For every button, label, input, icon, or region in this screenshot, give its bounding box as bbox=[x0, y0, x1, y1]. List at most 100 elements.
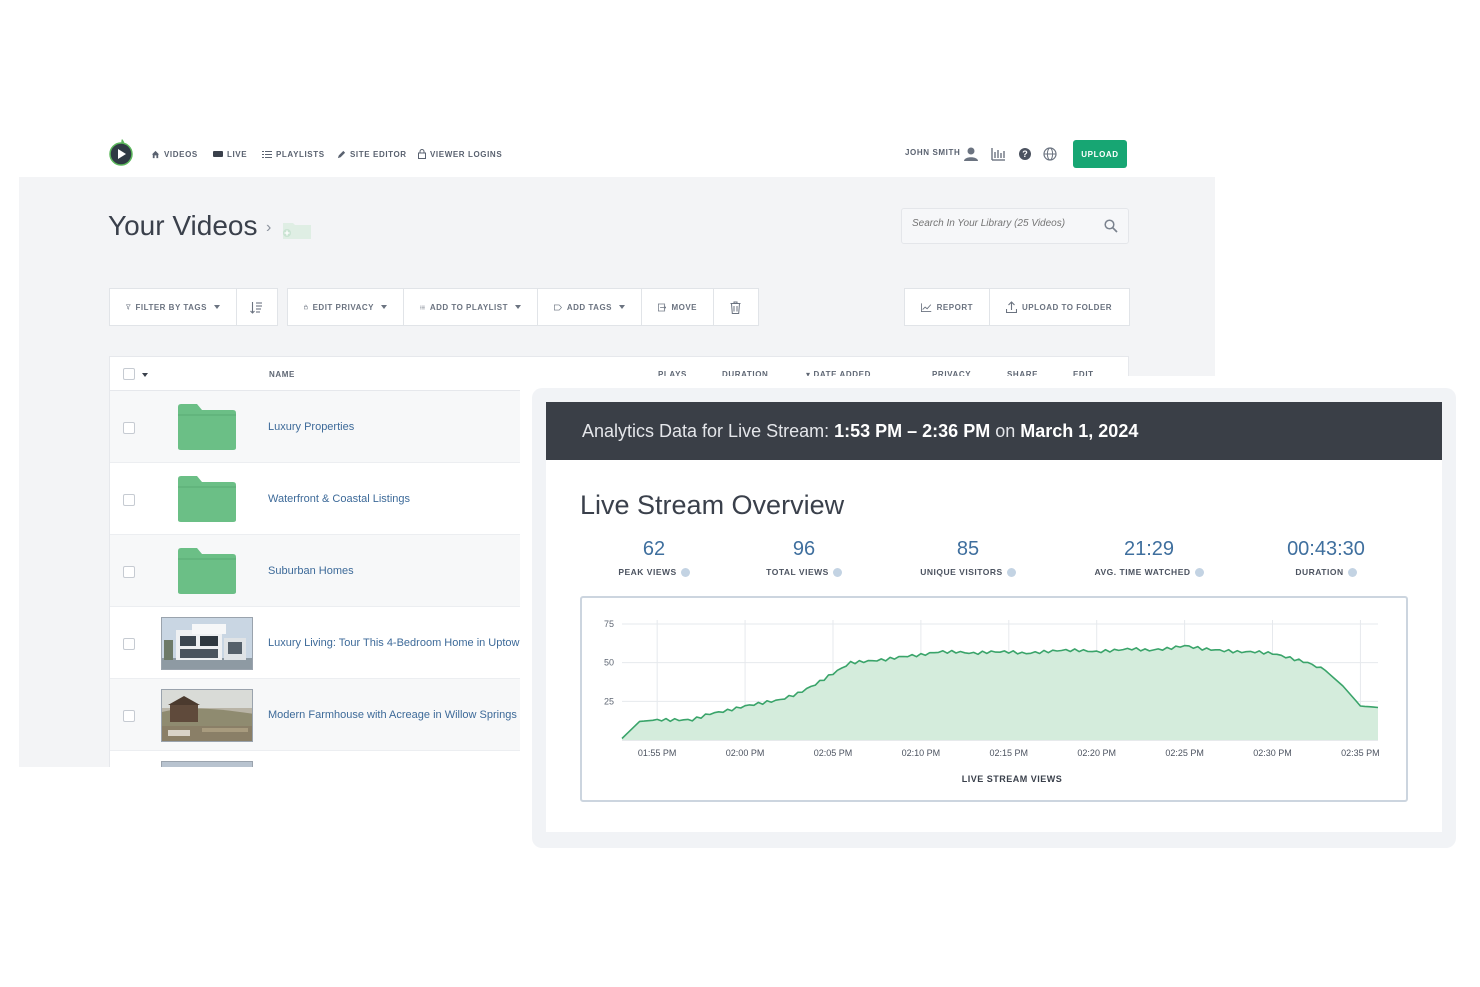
filter-by-tags-button[interactable]: FILTER BY TAGS bbox=[110, 289, 237, 325]
list-icon bbox=[262, 150, 272, 159]
y-tick-label: 25 bbox=[604, 696, 614, 706]
logo-icon[interactable] bbox=[109, 138, 135, 166]
chevron-down-icon bbox=[619, 305, 625, 309]
user-name[interactable]: JOHN SMITH bbox=[905, 148, 960, 157]
move-icon bbox=[658, 302, 666, 313]
breadcrumb-arrow: › bbox=[266, 219, 271, 237]
lock-icon bbox=[304, 302, 308, 312]
row-checkbox[interactable] bbox=[123, 422, 135, 434]
stat-unique-visitors: 85 UNIQUE VISITORS bbox=[888, 538, 1048, 577]
row-checkbox[interactable] bbox=[123, 710, 135, 722]
upload-to-folder-button[interactable]: UPLOAD TO FOLDER bbox=[990, 289, 1129, 325]
chevron-down-icon bbox=[515, 305, 521, 309]
col-name[interactable]: NAME bbox=[269, 370, 295, 379]
page-title: Your Videos bbox=[108, 210, 257, 242]
info-icon[interactable] bbox=[1007, 568, 1016, 577]
line-chart-icon bbox=[921, 302, 932, 313]
new-folder-icon[interactable] bbox=[281, 220, 313, 240]
x-axis-title: LIVE STREAM VIEWS bbox=[962, 774, 1063, 784]
select-all-checkbox[interactable] bbox=[123, 368, 135, 380]
row-name[interactable]: Modern Farmhouse with Acreage in Willow … bbox=[268, 709, 520, 721]
live-stream-views-chart: 25507501:55 PM02:00 PM02:05 PM02:10 PM02… bbox=[580, 596, 1408, 802]
add-to-playlist-label: ADD TO PLAYLIST bbox=[430, 303, 508, 312]
row-name[interactable]: Suburban Homes bbox=[268, 565, 354, 577]
add-to-playlist-button[interactable]: ADD TO PLAYLIST bbox=[404, 289, 538, 325]
edit-privacy-label: EDIT PRIVACY bbox=[313, 303, 374, 312]
nav-viewer-logins[interactable]: VIEWER LOGINS bbox=[418, 147, 502, 161]
info-icon[interactable] bbox=[1348, 568, 1357, 577]
bulk-actions-toolbar: EDIT PRIVACY ADD TO PLAYLIST ADD TAGS MO… bbox=[287, 288, 759, 326]
x-tick-label: 02:00 PM bbox=[726, 748, 765, 758]
home-icon bbox=[151, 150, 160, 159]
stat-value: 85 bbox=[888, 538, 1048, 561]
user-icon[interactable] bbox=[963, 146, 979, 162]
camera-icon bbox=[213, 150, 223, 158]
edit-privacy-button[interactable]: EDIT PRIVACY bbox=[288, 289, 404, 325]
analytics-on-word: on bbox=[995, 421, 1015, 442]
row-checkbox[interactable] bbox=[123, 638, 135, 650]
stat-avg-time-watched: 21:29 AVG. TIME WATCHED bbox=[1069, 538, 1229, 577]
analytics-time-range: 1:53 PM – 2:36 PM bbox=[834, 421, 990, 442]
x-tick-label: 02:15 PM bbox=[990, 748, 1029, 758]
row-name[interactable]: Waterfront & Coastal Listings bbox=[268, 493, 410, 505]
stat-label: TOTAL VIEWS bbox=[766, 567, 829, 577]
stat-label: DURATION bbox=[1295, 567, 1343, 577]
nav-label: PLAYLISTS bbox=[276, 150, 325, 159]
info-icon[interactable] bbox=[681, 568, 690, 577]
search-input[interactable] bbox=[912, 218, 1092, 229]
folder-icon bbox=[177, 475, 237, 523]
analytics-icon[interactable] bbox=[990, 146, 1006, 162]
info-icon[interactable] bbox=[833, 568, 842, 577]
y-tick-label: 50 bbox=[604, 658, 614, 668]
report-button[interactable]: REPORT bbox=[905, 289, 990, 325]
move-label: MOVE bbox=[671, 303, 697, 312]
video-thumbnail[interactable] bbox=[161, 761, 253, 767]
library-search bbox=[901, 208, 1129, 244]
nav-label: LIVE bbox=[227, 150, 247, 159]
nav-live[interactable]: LIVE bbox=[213, 147, 247, 161]
x-tick-label: 02:25 PM bbox=[1165, 748, 1204, 758]
row-checkbox[interactable] bbox=[123, 494, 135, 506]
select-menu-chevron-icon[interactable] bbox=[142, 373, 148, 377]
analytics-header: Analytics Data for Live Stream: 1:53 PM … bbox=[546, 402, 1442, 460]
nav-label: SITE EDITOR bbox=[350, 150, 407, 159]
stat-peak-views: 62 PEAK VIEWS bbox=[574, 538, 734, 577]
stat-value: 00:43:30 bbox=[1246, 538, 1406, 561]
chevron-down-icon bbox=[214, 305, 220, 309]
add-tags-button[interactable]: ADD TAGS bbox=[538, 289, 642, 325]
info-icon[interactable] bbox=[1195, 568, 1204, 577]
delete-button[interactable] bbox=[714, 289, 758, 325]
row-name[interactable]: Luxury Living: Tour This 4-Bedroom Home … bbox=[268, 637, 520, 649]
folder-icon bbox=[177, 547, 237, 595]
chart-canvas: 25507501:55 PM02:00 PM02:05 PM02:10 PM02… bbox=[582, 598, 1406, 800]
stat-value: 62 bbox=[574, 538, 734, 561]
x-tick-label: 02:35 PM bbox=[1341, 748, 1380, 758]
search-icon[interactable] bbox=[1104, 219, 1118, 233]
filter-label: FILTER BY TAGS bbox=[136, 303, 207, 312]
y-tick-label: 75 bbox=[604, 619, 614, 629]
filter-icon bbox=[126, 302, 131, 312]
nav-videos[interactable]: VIDEOS bbox=[151, 147, 198, 161]
nav-playlists[interactable]: PLAYLISTS bbox=[262, 147, 325, 161]
video-thumbnail[interactable] bbox=[161, 617, 253, 670]
farmhouse-thumbnail-image bbox=[162, 690, 253, 742]
stat-duration: 00:43:30 DURATION bbox=[1246, 538, 1406, 577]
filter-toolbar: FILTER BY TAGS bbox=[109, 288, 278, 326]
help-icon[interactable]: ? bbox=[1017, 146, 1033, 162]
pencil-icon bbox=[337, 150, 346, 159]
nav-label: VIEWER LOGINS bbox=[430, 150, 502, 159]
sort-button[interactable] bbox=[237, 289, 277, 325]
x-tick-label: 02:05 PM bbox=[814, 748, 853, 758]
upload-button[interactable]: UPLOAD bbox=[1073, 140, 1127, 168]
stat-value: 96 bbox=[724, 538, 884, 561]
video-thumbnail[interactable] bbox=[161, 689, 253, 742]
row-checkbox[interactable] bbox=[123, 566, 135, 578]
lock-icon bbox=[418, 149, 426, 159]
overview-title: Live Stream Overview bbox=[580, 490, 844, 521]
move-button[interactable]: MOVE bbox=[642, 289, 714, 325]
globe-icon[interactable] bbox=[1042, 146, 1058, 162]
x-tick-label: 02:10 PM bbox=[902, 748, 941, 758]
report-toolbar: REPORT UPLOAD TO FOLDER bbox=[904, 288, 1130, 326]
nav-site-editor[interactable]: SITE EDITOR bbox=[337, 147, 407, 161]
row-name[interactable]: Luxury Properties bbox=[268, 421, 354, 433]
